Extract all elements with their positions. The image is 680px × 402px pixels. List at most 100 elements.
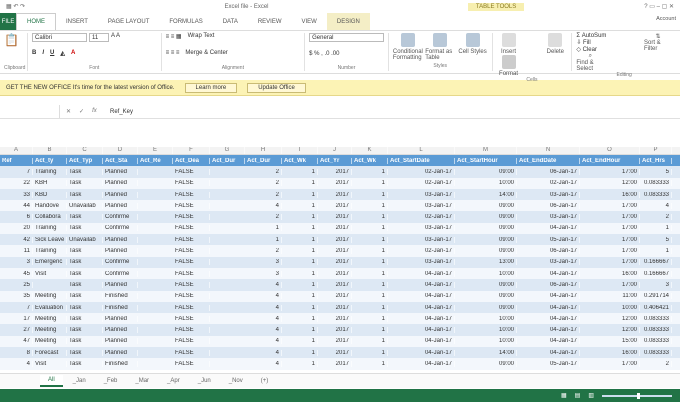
- table-cell[interactable]: 04-Jan-17: [517, 327, 580, 334]
- column-header-A[interactable]: A: [0, 147, 33, 154]
- table-cell[interactable]: 1: [352, 214, 388, 221]
- table-cell[interactable]: 2: [245, 248, 282, 255]
- table-cell[interactable]: Training: [33, 225, 67, 232]
- update-office-button[interactable]: Update Office: [247, 82, 306, 93]
- table-cell[interactable]: 2: [245, 168, 282, 175]
- table-cell[interactable]: 04-Jan-17: [517, 304, 580, 311]
- enter-icon[interactable]: ✓: [79, 108, 84, 115]
- table-cell[interactable]: 0.083333: [640, 180, 672, 187]
- table-cell[interactable]: 09:00: [455, 236, 517, 243]
- table-cell[interactable]: FALSE: [173, 259, 210, 266]
- table-header-cell[interactable]: Act_Dur: [245, 157, 282, 164]
- wrap-text-button[interactable]: Wrap Text: [188, 33, 215, 40]
- tab-insert[interactable]: INSERT: [56, 13, 98, 30]
- table-cell[interactable]: 1: [282, 349, 318, 356]
- column-header-L[interactable]: L: [388, 147, 455, 154]
- table-cell[interactable]: 7: [0, 304, 33, 311]
- table-cell[interactable]: 04-Jan-17: [388, 304, 455, 311]
- table-cell[interactable]: 04-Jan-17: [388, 281, 455, 288]
- table-cell[interactable]: 4: [245, 293, 282, 300]
- number-format-buttons[interactable]: $ % , .0 .00: [309, 51, 384, 57]
- table-cell[interactable]: 1: [352, 270, 388, 277]
- table-cell[interactable]: 2017: [318, 225, 352, 232]
- sort-filter-button[interactable]: ⇅ Sort & Filter: [644, 33, 672, 53]
- table-cell[interactable]: FALSE: [173, 168, 210, 175]
- table-cell[interactable]: 1: [282, 225, 318, 232]
- table-cell[interactable]: 04-Jan-17: [517, 225, 580, 232]
- table-cell[interactable]: KBH: [33, 180, 67, 187]
- table-cell[interactable]: 1: [282, 281, 318, 288]
- table-cell[interactable]: 03-Jan-17: [388, 191, 455, 198]
- table-cell[interactable]: 4: [245, 338, 282, 345]
- table-cell[interactable]: 04-Jan-17: [388, 315, 455, 322]
- table-header-cell[interactable]: Act_Re: [138, 157, 173, 164]
- table-cell[interactable]: 4: [245, 281, 282, 288]
- column-header-K[interactable]: K: [352, 147, 388, 154]
- table-cell[interactable]: Planned: [103, 338, 138, 345]
- table-cell[interactable]: 2: [640, 214, 672, 221]
- table-cell[interactable]: Planned: [103, 180, 138, 187]
- table-cell[interactable]: 17:00: [580, 214, 640, 221]
- new-sheet-button[interactable]: (+): [253, 376, 277, 386]
- table-cell[interactable]: 03-Jan-17: [388, 236, 455, 243]
- table-cell[interactable]: 22: [0, 180, 33, 187]
- table-cell[interactable]: 06-Jan-17: [517, 202, 580, 209]
- table-header-cell[interactable]: Act_EndDate: [517, 157, 580, 164]
- column-header-P[interactable]: P: [640, 147, 672, 154]
- table-cell[interactable]: 09:00: [455, 304, 517, 311]
- table-cell[interactable]: 09:00: [455, 168, 517, 175]
- table-cell[interactable]: 04-Jan-17: [388, 327, 455, 334]
- sheet-tab[interactable]: _Nov: [221, 376, 251, 386]
- table-cell[interactable]: 10:00: [580, 304, 640, 311]
- table-cell[interactable]: 04-Jan-17: [388, 338, 455, 345]
- column-header-G[interactable]: G: [210, 147, 245, 154]
- table-cell[interactable]: Task: [67, 338, 103, 345]
- table-cell[interactable]: Planned: [103, 236, 138, 243]
- table-cell[interactable]: 6: [0, 214, 33, 221]
- table-cell[interactable]: 47: [0, 338, 33, 345]
- table-cell[interactable]: 1: [352, 202, 388, 209]
- table-cell[interactable]: Planned: [103, 315, 138, 322]
- table-cell[interactable]: FALSE: [173, 293, 210, 300]
- table-cell[interactable]: 04-Jan-17: [517, 270, 580, 277]
- font-color-icon[interactable]: A: [71, 50, 75, 57]
- table-cell[interactable]: Task: [67, 360, 103, 367]
- tab-data[interactable]: DATA: [213, 13, 248, 30]
- table-cell[interactable]: Task: [67, 293, 103, 300]
- table-cell[interactable]: 0.166667: [640, 270, 672, 277]
- table-cell[interactable]: 1: [282, 191, 318, 198]
- formula-input[interactable]: Ref_Key: [110, 109, 133, 115]
- table-cell[interactable]: Task: [67, 259, 103, 266]
- table-cell[interactable]: 02-Jan-17: [517, 180, 580, 187]
- table-cell[interactable]: 4: [245, 349, 282, 356]
- table-cell[interactable]: FALSE: [173, 180, 210, 187]
- table-cell[interactable]: 1: [640, 225, 672, 232]
- table-cell[interactable]: 33: [0, 191, 33, 198]
- table-cell[interactable]: 3: [245, 259, 282, 266]
- column-header-N[interactable]: N: [517, 147, 580, 154]
- name-box[interactable]: [0, 105, 60, 118]
- table-cell[interactable]: KBD: [33, 191, 67, 198]
- table-header-cell[interactable]: Act_StartHour: [455, 157, 517, 164]
- column-header-C[interactable]: C: [67, 147, 103, 154]
- table-cell[interactable]: FALSE: [173, 225, 210, 232]
- table-cell[interactable]: 2017: [318, 202, 352, 209]
- font-name-select[interactable]: Calibri: [32, 33, 87, 42]
- table-header-cell[interactable]: Act_Dur: [210, 157, 245, 164]
- table-cell[interactable]: Task: [67, 191, 103, 198]
- table-cell[interactable]: 4: [245, 315, 282, 322]
- table-header-cell[interactable]: Act_ty: [33, 157, 67, 164]
- format-as-table-button[interactable]: Format as Table: [425, 33, 455, 63]
- table-cell[interactable]: 09:00: [455, 281, 517, 288]
- table-cell[interactable]: 17:00: [580, 202, 640, 209]
- tab-view[interactable]: VIEW: [292, 13, 327, 30]
- table-cell[interactable]: 17:00: [580, 168, 640, 175]
- table-cell[interactable]: 1: [352, 338, 388, 345]
- table-cell[interactable]: 2: [245, 214, 282, 221]
- table-cell[interactable]: 2017: [318, 191, 352, 198]
- table-cell[interactable]: Emergenc: [33, 259, 67, 266]
- table-cell[interactable]: 04-Jan-17: [517, 293, 580, 300]
- table-cell[interactable]: Task: [67, 168, 103, 175]
- table-cell[interactable]: Planned: [103, 327, 138, 334]
- table-cell[interactable]: Confirme: [103, 270, 138, 277]
